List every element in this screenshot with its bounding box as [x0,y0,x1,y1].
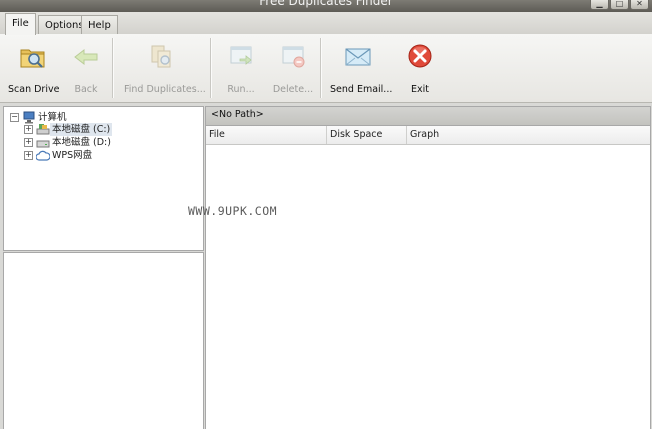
results-column-header: File Disk Space Graph [206,126,650,145]
toolbar-separator [210,38,212,98]
details-panel [3,252,204,429]
send-email-button[interactable]: Send Email... [330,40,393,96]
run-label: Run... [227,84,255,95]
find-duplicates-icon [147,42,177,72]
find-duplicates-button[interactable]: Find Duplicates... [124,40,206,96]
watermark: WWW.9UPK.COM [188,204,278,218]
results-panel: <No Path> File Disk Space Graph [205,106,651,429]
toolbar-separator [320,38,322,98]
window-title: Free Duplicates Finder [259,0,393,8]
scan-drive-button[interactable]: Scan Drive [8,40,60,96]
column-file[interactable]: File [206,126,327,144]
maximize-button[interactable]: □ [610,0,629,10]
column-disk-space[interactable]: Disk Space [327,126,407,144]
delete-label: Delete... [272,84,314,95]
run-icon [226,42,256,72]
scan-drive-label: Scan Drive [8,84,60,95]
expand-icon[interactable]: + [24,125,33,134]
back-button[interactable]: Back [66,40,106,96]
tree-label-wps: WPS网盘 [52,150,93,161]
tab-help[interactable]: Help [81,15,118,34]
drive-icon [36,140,50,148]
send-email-label: Send Email... [330,84,393,95]
run-button[interactable]: Run... [222,40,260,96]
exit-button[interactable]: Exit [402,40,438,96]
exit-icon [405,42,435,72]
exit-label: Exit [411,84,429,95]
delete-button[interactable]: Delete... [270,40,316,96]
folder-search-icon [18,42,48,72]
expand-icon[interactable]: + [24,138,33,147]
delete-icon [278,42,308,72]
close-window-button[interactable]: ✕ [630,0,649,10]
cloud-icon [36,150,50,161]
toolbar-separator [112,38,114,98]
find-duplicates-label: Find Duplicates... [124,84,206,95]
minimize-button[interactable]: ▁ [590,0,609,10]
column-graph[interactable]: Graph [407,126,650,144]
collapse-icon[interactable]: − [10,113,19,122]
title-bar: Free Duplicates Finder ▁ □ ✕ [0,0,652,12]
ribbon-tabs: File Options Help [0,12,652,35]
tab-file[interactable]: File [5,13,36,35]
folder-tree[interactable]: − 计算机 + 本地磁盘 (C:) + 本地磁盘 (D:) + WPS网盘 [3,106,204,251]
path-bar: <No Path> [206,107,650,126]
expand-icon[interactable]: + [24,151,33,160]
computer-icon [23,111,35,124]
envelope-icon [343,42,373,72]
ribbon-toolbar: Scan Drive Back Find Duplicates... Run..… [0,34,652,103]
tree-label-drive-d: 本地磁盘 (D:) [52,137,111,148]
results-list[interactable] [206,145,650,429]
drive-icon [36,124,50,135]
back-label: Back [74,84,98,95]
tree-label-drive-c: 本地磁盘 (C:) [50,123,113,136]
back-arrow-icon [71,42,101,72]
